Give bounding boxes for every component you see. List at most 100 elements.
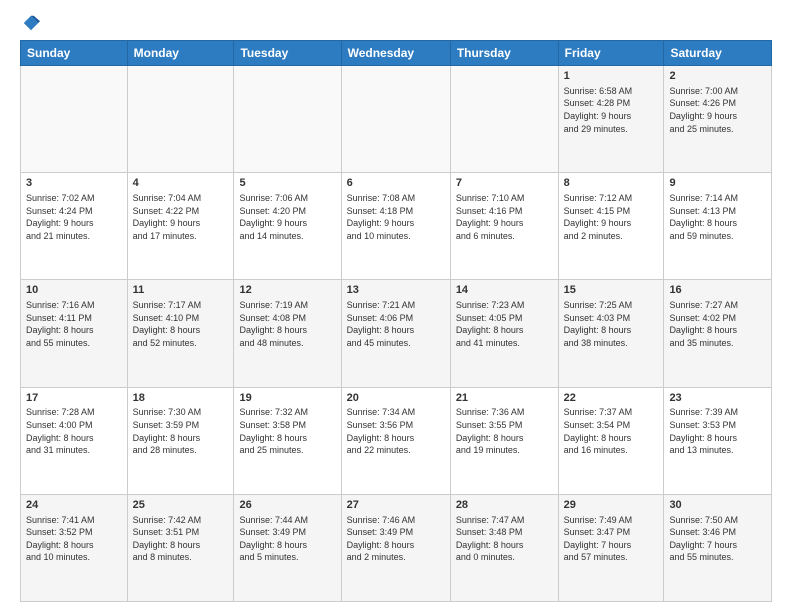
day-number: 12: [239, 283, 335, 298]
calendar-cell: 26Sunrise: 7:44 AM Sunset: 3:49 PM Dayli…: [234, 494, 341, 601]
day-number: 25: [133, 498, 229, 513]
day-number: 24: [26, 498, 122, 513]
day-number: 23: [669, 391, 766, 406]
calendar-cell: 29Sunrise: 7:49 AM Sunset: 3:47 PM Dayli…: [558, 494, 664, 601]
day-number: 3: [26, 176, 122, 191]
day-info: Sunrise: 7:02 AM Sunset: 4:24 PM Dayligh…: [26, 192, 122, 242]
day-number: 5: [239, 176, 335, 191]
calendar-cell: 18Sunrise: 7:30 AM Sunset: 3:59 PM Dayli…: [127, 387, 234, 494]
day-info: Sunrise: 6:58 AM Sunset: 4:28 PM Dayligh…: [564, 85, 659, 135]
day-number: 30: [669, 498, 766, 513]
day-number: 8: [564, 176, 659, 191]
calendar-cell: 1Sunrise: 6:58 AM Sunset: 4:28 PM Daylig…: [558, 66, 664, 173]
day-number: 19: [239, 391, 335, 406]
day-info: Sunrise: 7:27 AM Sunset: 4:02 PM Dayligh…: [669, 299, 766, 349]
day-info: Sunrise: 7:06 AM Sunset: 4:20 PM Dayligh…: [239, 192, 335, 242]
calendar-cell: 12Sunrise: 7:19 AM Sunset: 4:08 PM Dayli…: [234, 280, 341, 387]
day-number: 2: [669, 69, 766, 84]
day-info: Sunrise: 7:41 AM Sunset: 3:52 PM Dayligh…: [26, 514, 122, 564]
calendar-cell: 17Sunrise: 7:28 AM Sunset: 4:00 PM Dayli…: [21, 387, 128, 494]
weekday-header: Friday: [558, 41, 664, 66]
calendar-cell: 5Sunrise: 7:06 AM Sunset: 4:20 PM Daylig…: [234, 173, 341, 280]
calendar-cell: 2Sunrise: 7:00 AM Sunset: 4:26 PM Daylig…: [664, 66, 772, 173]
day-number: 20: [347, 391, 445, 406]
logo-icon: [22, 14, 40, 32]
day-number: 15: [564, 283, 659, 298]
calendar-cell: 9Sunrise: 7:14 AM Sunset: 4:13 PM Daylig…: [664, 173, 772, 280]
day-number: 1: [564, 69, 659, 84]
calendar-week-row: 1Sunrise: 6:58 AM Sunset: 4:28 PM Daylig…: [21, 66, 772, 173]
calendar-cell: 19Sunrise: 7:32 AM Sunset: 3:58 PM Dayli…: [234, 387, 341, 494]
calendar-cell: [127, 66, 234, 173]
day-info: Sunrise: 7:10 AM Sunset: 4:16 PM Dayligh…: [456, 192, 553, 242]
weekday-header: Wednesday: [341, 41, 450, 66]
day-number: 17: [26, 391, 122, 406]
weekday-header: Tuesday: [234, 41, 341, 66]
day-number: 18: [133, 391, 229, 406]
calendar-cell: 11Sunrise: 7:17 AM Sunset: 4:10 PM Dayli…: [127, 280, 234, 387]
calendar-cell: 16Sunrise: 7:27 AM Sunset: 4:02 PM Dayli…: [664, 280, 772, 387]
day-number: 27: [347, 498, 445, 513]
calendar-week-row: 3Sunrise: 7:02 AM Sunset: 4:24 PM Daylig…: [21, 173, 772, 280]
day-info: Sunrise: 7:39 AM Sunset: 3:53 PM Dayligh…: [669, 406, 766, 456]
day-info: Sunrise: 7:36 AM Sunset: 3:55 PM Dayligh…: [456, 406, 553, 456]
weekday-header: Thursday: [450, 41, 558, 66]
day-number: 10: [26, 283, 122, 298]
day-number: 11: [133, 283, 229, 298]
day-info: Sunrise: 7:16 AM Sunset: 4:11 PM Dayligh…: [26, 299, 122, 349]
day-number: 4: [133, 176, 229, 191]
day-info: Sunrise: 7:23 AM Sunset: 4:05 PM Dayligh…: [456, 299, 553, 349]
day-number: 6: [347, 176, 445, 191]
calendar-cell: 27Sunrise: 7:46 AM Sunset: 3:49 PM Dayli…: [341, 494, 450, 601]
day-number: 21: [456, 391, 553, 406]
calendar-cell: 21Sunrise: 7:36 AM Sunset: 3:55 PM Dayli…: [450, 387, 558, 494]
day-number: 14: [456, 283, 553, 298]
calendar-cell: 28Sunrise: 7:47 AM Sunset: 3:48 PM Dayli…: [450, 494, 558, 601]
calendar-cell: 8Sunrise: 7:12 AM Sunset: 4:15 PM Daylig…: [558, 173, 664, 280]
weekday-header: Monday: [127, 41, 234, 66]
calendar-week-row: 10Sunrise: 7:16 AM Sunset: 4:11 PM Dayli…: [21, 280, 772, 387]
calendar-header-row: SundayMondayTuesdayWednesdayThursdayFrid…: [21, 41, 772, 66]
day-number: 16: [669, 283, 766, 298]
calendar-cell: 30Sunrise: 7:50 AM Sunset: 3:46 PM Dayli…: [664, 494, 772, 601]
weekday-header: Saturday: [664, 41, 772, 66]
calendar-cell: 13Sunrise: 7:21 AM Sunset: 4:06 PM Dayli…: [341, 280, 450, 387]
day-number: 7: [456, 176, 553, 191]
day-info: Sunrise: 7:28 AM Sunset: 4:00 PM Dayligh…: [26, 406, 122, 456]
calendar-cell: 23Sunrise: 7:39 AM Sunset: 3:53 PM Dayli…: [664, 387, 772, 494]
day-info: Sunrise: 7:50 AM Sunset: 3:46 PM Dayligh…: [669, 514, 766, 564]
calendar-cell: 6Sunrise: 7:08 AM Sunset: 4:18 PM Daylig…: [341, 173, 450, 280]
calendar-cell: 14Sunrise: 7:23 AM Sunset: 4:05 PM Dayli…: [450, 280, 558, 387]
calendar-cell: 7Sunrise: 7:10 AM Sunset: 4:16 PM Daylig…: [450, 173, 558, 280]
day-info: Sunrise: 7:42 AM Sunset: 3:51 PM Dayligh…: [133, 514, 229, 564]
day-info: Sunrise: 7:46 AM Sunset: 3:49 PM Dayligh…: [347, 514, 445, 564]
weekday-header: Sunday: [21, 41, 128, 66]
calendar-cell: [234, 66, 341, 173]
logo: [20, 16, 40, 32]
calendar-table: SundayMondayTuesdayWednesdayThursdayFrid…: [20, 40, 772, 602]
day-info: Sunrise: 7:14 AM Sunset: 4:13 PM Dayligh…: [669, 192, 766, 242]
day-info: Sunrise: 7:37 AM Sunset: 3:54 PM Dayligh…: [564, 406, 659, 456]
calendar-cell: 25Sunrise: 7:42 AM Sunset: 3:51 PM Dayli…: [127, 494, 234, 601]
page-header: [20, 16, 772, 32]
calendar-cell: 15Sunrise: 7:25 AM Sunset: 4:03 PM Dayli…: [558, 280, 664, 387]
day-info: Sunrise: 7:32 AM Sunset: 3:58 PM Dayligh…: [239, 406, 335, 456]
day-info: Sunrise: 7:25 AM Sunset: 4:03 PM Dayligh…: [564, 299, 659, 349]
calendar-cell: [450, 66, 558, 173]
day-info: Sunrise: 7:00 AM Sunset: 4:26 PM Dayligh…: [669, 85, 766, 135]
day-info: Sunrise: 7:30 AM Sunset: 3:59 PM Dayligh…: [133, 406, 229, 456]
calendar-week-row: 24Sunrise: 7:41 AM Sunset: 3:52 PM Dayli…: [21, 494, 772, 601]
calendar-cell: [341, 66, 450, 173]
day-number: 22: [564, 391, 659, 406]
day-info: Sunrise: 7:49 AM Sunset: 3:47 PM Dayligh…: [564, 514, 659, 564]
day-info: Sunrise: 7:04 AM Sunset: 4:22 PM Dayligh…: [133, 192, 229, 242]
day-number: 28: [456, 498, 553, 513]
calendar-cell: 4Sunrise: 7:04 AM Sunset: 4:22 PM Daylig…: [127, 173, 234, 280]
day-number: 29: [564, 498, 659, 513]
calendar-cell: 10Sunrise: 7:16 AM Sunset: 4:11 PM Dayli…: [21, 280, 128, 387]
day-info: Sunrise: 7:08 AM Sunset: 4:18 PM Dayligh…: [347, 192, 445, 242]
day-info: Sunrise: 7:21 AM Sunset: 4:06 PM Dayligh…: [347, 299, 445, 349]
day-info: Sunrise: 7:34 AM Sunset: 3:56 PM Dayligh…: [347, 406, 445, 456]
day-info: Sunrise: 7:17 AM Sunset: 4:10 PM Dayligh…: [133, 299, 229, 349]
day-number: 26: [239, 498, 335, 513]
